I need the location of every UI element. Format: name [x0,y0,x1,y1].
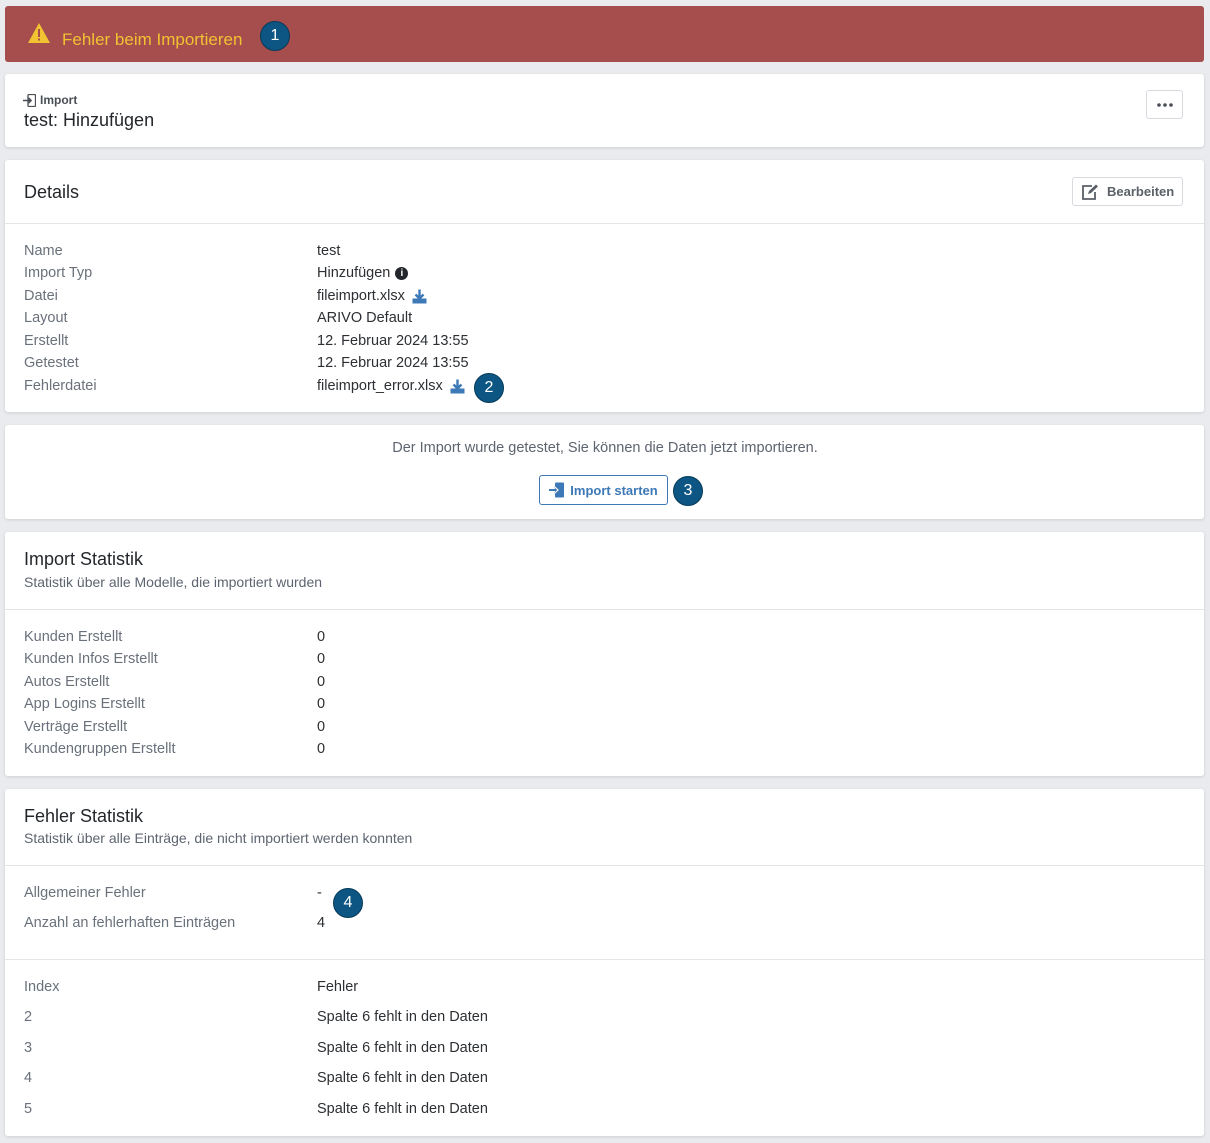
download-icon[interactable] [412,289,427,304]
ellipsis-icon [1156,102,1173,107]
detail-label-import-type: Import Typ [24,265,93,281]
import-stats-divider [5,609,1204,610]
stat-value: 0 [317,741,326,757]
edit-button-label: Bearbeiten [1107,184,1175,199]
header-card [5,74,1204,147]
breadcrumb-label: Import [40,93,78,107]
error-stats-title: Fehler Statistik [24,806,144,826]
detail-value-text: fileimport.xlsx [317,288,405,304]
stat-label: Autos Erstellt [24,674,110,690]
detail-label-name: Name [24,243,63,259]
detail-value-name: test [317,243,340,259]
detail-value-file: fileimport.xlsx [317,288,427,304]
detail-value-tested: 12. Februar 2024 13:55 [317,355,469,371]
callout-badge-4: 4 [333,888,363,918]
error-alert-banner: Fehler beim Importieren [5,6,1204,62]
callout-badge-3: 3 [673,476,703,506]
detail-value-text: fileimport_error.xlsx [317,378,443,394]
table-cell-error: Spalte 6 fehlt in den Daten [317,1101,488,1117]
detail-value-text: 12. Februar 2024 13:55 [317,333,469,349]
details-card [5,160,1204,412]
edit-icon [1082,184,1098,200]
info-icon[interactable]: i [395,266,409,280]
error-stats-divider [5,865,1204,866]
page-title: test: Hinzufügen [24,110,155,130]
stat-label: Kunden Infos Erstellt [24,651,158,667]
table-cell-index: 4 [24,1070,33,1086]
detail-label-error-file: Fehlerdatei [24,378,97,394]
table-cell-error: Spalte 6 fehlt in den Daten [317,1070,488,1086]
callout-badge-1: 1 [260,21,290,51]
detail-value-import-type: Hinzufügen i [317,265,409,281]
detail-value-text: 12. Februar 2024 13:55 [317,355,469,371]
callout-badge-2: 2 [474,373,504,403]
detail-value-created: 12. Februar 2024 13:55 [317,333,469,349]
table-cell-error: Spalte 6 fehlt in den Daten [317,1040,488,1056]
detail-value-layout: ARIVO Default [317,310,412,326]
error-table-divider [5,959,1204,960]
download-icon[interactable] [450,379,465,394]
stat-label: Kundengruppen Erstellt [24,741,176,757]
table-header-index: Index [24,979,60,995]
stat-value: 0 [317,651,326,667]
table-header-error: Fehler [317,979,359,995]
warning-icon [28,23,50,43]
detail-value-text: Hinzufügen [317,265,391,281]
breadcrumb: Import [23,93,77,107]
detail-value-error-file: fileimport_error.xlsx [317,378,465,394]
import-hint-text: Der Import wurde getestet, Sie können di… [392,440,818,456]
details-title: Details [24,182,80,202]
detail-label-created: Erstellt [24,333,69,349]
table-cell-index: 3 [24,1040,33,1056]
start-import-label: Import starten [570,482,658,498]
table-cell-index: 5 [24,1101,33,1117]
import-stats-subtitle: Statistik über alle Modelle, die importi… [24,574,323,590]
detail-label-layout: Layout [24,310,68,326]
edit-button[interactable]: Bearbeiten [1072,177,1183,206]
more-options-button[interactable] [1146,90,1183,119]
import-stats-card [5,532,1204,776]
detail-value-text: test [317,243,341,259]
error-stats-subtitle: Statistik über alle Einträge, die nicht … [24,830,413,846]
detail-label-file: Datei [24,288,58,304]
table-cell-index: 2 [24,1009,33,1025]
error-value-general: - [317,885,322,901]
stat-label: Kunden Erstellt [24,629,123,645]
details-divider [5,223,1204,224]
stat-label: Verträge Erstellt [24,719,128,735]
import-icon [23,93,36,107]
stat-value: 0 [317,674,326,690]
stat-value: 0 [317,719,326,735]
import-icon [549,482,565,498]
import-stats-title: Import Statistik [24,549,144,569]
detail-value-text: ARIVO Default [317,310,413,326]
stat-label: App Logins Erstellt [24,696,145,712]
error-label-count: Anzahl an fehlerhaften Einträgen [24,915,236,931]
stat-value: 0 [317,696,326,712]
table-cell-error: Spalte 6 fehlt in den Daten [317,1009,488,1025]
error-value-count: 4 [317,915,326,931]
error-label-general: Allgemeiner Fehler [24,885,146,901]
alert-message: Fehler beim Importieren [62,30,243,49]
stat-value: 0 [317,629,326,645]
detail-label-tested: Getestet [24,355,79,371]
start-import-button[interactable]: Import starten [539,475,668,505]
